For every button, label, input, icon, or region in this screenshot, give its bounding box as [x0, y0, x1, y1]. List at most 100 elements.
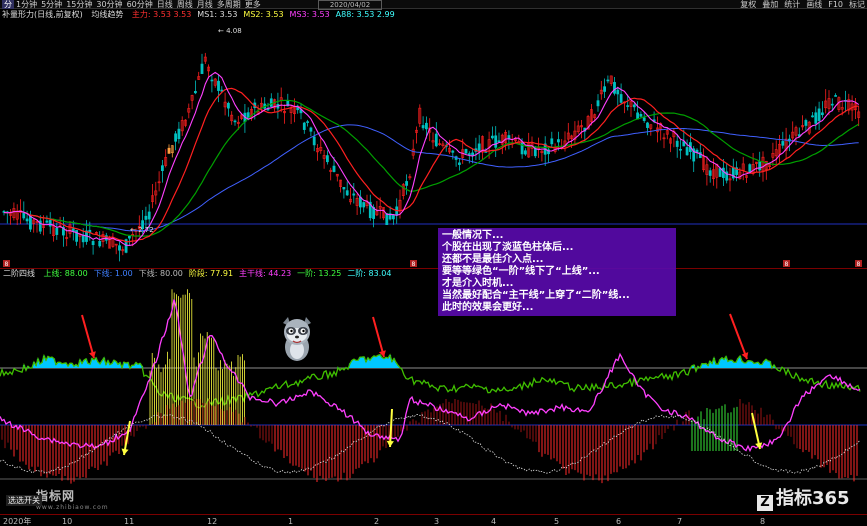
candle-body — [811, 115, 814, 118]
period-tab[interactable]: 周线 — [175, 0, 195, 9]
toolbar-button[interactable]: 画线 — [806, 0, 822, 9]
axis-label: 3 — [434, 517, 440, 526]
candle-body — [22, 212, 26, 219]
toolbar-button[interactable]: 标记 — [849, 0, 865, 9]
toolbar-button[interactable]: 复权 — [740, 0, 756, 9]
candle-body — [507, 135, 511, 139]
toolbar-button[interactable]: F10 — [828, 0, 843, 9]
candle-body — [302, 122, 306, 130]
period-tab[interactable]: 多周期 — [215, 0, 243, 9]
candle-body — [646, 122, 649, 128]
period-tab[interactable]: 日线 — [155, 0, 175, 9]
candle-body — [603, 86, 607, 92]
candle-body — [471, 152, 475, 156]
axis-label: 1 — [288, 517, 294, 526]
period-tab[interactable]: 更多 — [243, 0, 263, 9]
candle-body — [685, 147, 689, 156]
candle-body — [834, 95, 838, 97]
side-mark-label: 8 — [857, 261, 861, 268]
candle-body — [434, 133, 438, 147]
candle-body — [210, 79, 214, 82]
candle-body — [424, 122, 428, 130]
candle-body — [523, 150, 527, 155]
z-logo-icon: Z — [757, 495, 773, 511]
axis-label: 5 — [554, 517, 560, 526]
candle-body — [708, 170, 712, 176]
indicator-value: 阶段: 77.91 — [188, 269, 234, 278]
candle-body — [200, 63, 204, 74]
candle-body — [332, 165, 336, 172]
candle-body — [147, 211, 151, 220]
axis-label: 2020年 — [3, 517, 32, 526]
annotation-box: 一般情况下... 个股在出现了淡蓝色柱体后... 还都不是最佳介入点... 要等等绿色… — [438, 228, 676, 316]
period-tab[interactable]: 分 — [2, 0, 14, 9]
watermark-zhibiaow: 指标网 www.zhibiaow.com — [36, 487, 109, 511]
toolbar-button[interactable]: 叠加 — [762, 0, 778, 9]
annotation-line: 此时的效果会更好... — [442, 302, 534, 313]
candle-body — [718, 168, 722, 177]
candle-body — [25, 218, 29, 222]
axis-label: 12 — [207, 517, 218, 526]
main-header-value: 主力: 3.53 3.53 — [131, 10, 192, 19]
indicator-header: 二阶四线 上线: 88.00 下线: 1.00 下线: 80.00 阶段: 77.91… — [0, 268, 867, 278]
period-tab[interactable]: 5分钟 — [39, 0, 64, 9]
candle-body — [55, 227, 59, 235]
candle-body — [817, 108, 821, 121]
toolbar-button[interactable]: 统计 — [784, 0, 800, 9]
candle-body — [312, 136, 316, 146]
candle-body — [421, 125, 425, 129]
candle-body — [758, 161, 762, 171]
candle-body — [118, 245, 121, 251]
time-axis: 2020年 10 11 12 1 2 3 4 5 6 7 8 — [0, 514, 867, 526]
axis-label: 2 — [374, 517, 380, 526]
candle-body — [616, 89, 620, 95]
axis-label: 8 — [760, 517, 766, 526]
candle-body — [613, 82, 616, 94]
indicator-tag[interactable]: 均线趋势 — [91, 10, 123, 19]
candle-body — [391, 215, 395, 220]
date-display[interactable]: 2020/04/02 — [318, 0, 382, 10]
candle-body — [352, 193, 356, 196]
period-tab[interactable]: 月线 — [195, 0, 215, 9]
candle-body — [636, 112, 640, 120]
watermark-left-url: www.zhibiaow.com — [36, 504, 109, 511]
axis-label: 6 — [616, 517, 622, 526]
red-arrow-icon — [729, 313, 748, 360]
candle-body — [345, 190, 349, 196]
candlestick-chart[interactable]: ← 4.08 ← 2.72 8 8 8 8 — [0, 20, 867, 268]
ma-line-mid — [3, 87, 859, 243]
candle-body — [81, 234, 85, 243]
period-tab[interactable]: 1分钟 — [14, 0, 39, 9]
indicator-value: 二阶: 83.04 — [347, 269, 392, 278]
candle-body — [98, 240, 102, 247]
low-price-label: ← 2.72 — [130, 226, 154, 234]
side-mark-label: 8 — [785, 261, 789, 268]
raccoon-mascot-icon — [283, 317, 311, 361]
period-tab[interactable]: 60分钟 — [125, 0, 155, 9]
period-tab[interactable]: 15分钟 — [64, 0, 94, 9]
candle-body — [45, 220, 49, 223]
candle-body — [325, 155, 329, 163]
indicator-name[interactable]: 二阶四线 — [3, 269, 35, 278]
main-header-value: MS3: 3.53 — [289, 10, 330, 19]
toolbar-right-buttons: 复权 叠加 统计 画线 F10 标记 — [734, 0, 865, 9]
candle-body — [194, 90, 197, 94]
axis-label: 7 — [677, 517, 683, 526]
period-tab[interactable]: 30分钟 — [94, 0, 124, 9]
axis-label: 4 — [491, 517, 497, 526]
red-arrow-icon — [81, 314, 95, 359]
main-chart-header: 补量形力(日线,前复权) 均线趋势 主力: 3.53 3.53 MS1: 3.53… — [0, 10, 867, 20]
candle-body — [814, 112, 818, 124]
main-header-value: MS2: 3.53 — [243, 10, 284, 19]
candle-body — [596, 100, 600, 107]
annotation-line: 一般情况下... — [442, 230, 504, 241]
candle-body — [177, 128, 181, 140]
candle-body — [161, 165, 164, 172]
candle-body — [451, 150, 455, 153]
candle-body — [144, 215, 148, 220]
side-mark-label: 8 — [412, 261, 416, 268]
side-mark-label: 8 — [5, 261, 9, 268]
candle-body — [619, 94, 623, 103]
indicator-chart[interactable] — [0, 279, 867, 514]
bottom-tab[interactable]: 选选开关 — [6, 495, 42, 506]
